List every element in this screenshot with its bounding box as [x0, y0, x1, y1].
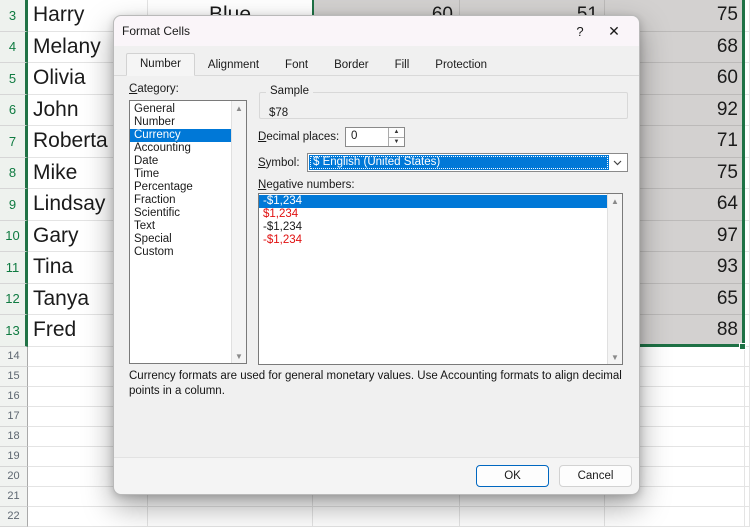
- scroll-down-icon[interactable]: ▼: [235, 349, 243, 363]
- scroll-up-icon[interactable]: ▲: [235, 101, 243, 115]
- category-custom[interactable]: Custom: [130, 246, 231, 259]
- cell-g13[interactable]: [745, 315, 750, 347]
- scroll-down-icon[interactable]: ▼: [611, 350, 619, 364]
- decimal-places-label: Decimal places:: [258, 131, 339, 143]
- cell-g12[interactable]: [745, 284, 750, 316]
- cell-g6[interactable]: [745, 95, 750, 127]
- row-header-15[interactable]: 15: [0, 367, 28, 387]
- tab-border[interactable]: Border: [321, 55, 382, 76]
- row-header-3[interactable]: 3: [0, 0, 28, 32]
- tab-number[interactable]: Number: [126, 53, 195, 76]
- spin-down-icon[interactable]: ▼: [389, 138, 404, 147]
- help-button[interactable]: ?: [563, 17, 597, 45]
- decimal-places-input[interactable]: 0 ▲ ▼: [345, 127, 405, 147]
- row-header-4[interactable]: 4: [0, 32, 28, 64]
- row-header-12[interactable]: 12: [0, 284, 28, 316]
- sample-groupbox: [259, 92, 628, 119]
- negative-numbers-listbox: -$1,234 $1,234 -$1,234 -$1,234 ▲ ▼: [258, 193, 623, 365]
- row-header-14[interactable]: 14: [0, 347, 28, 367]
- row-header-22[interactable]: 22: [0, 507, 28, 527]
- category-scientific[interactable]: Scientific: [130, 207, 231, 220]
- category-currency[interactable]: Currency: [130, 129, 231, 142]
- sample-value: $78: [269, 107, 288, 119]
- cell-g9[interactable]: [745, 189, 750, 221]
- category-date[interactable]: Date: [130, 155, 231, 168]
- ok-button[interactable]: OK: [476, 465, 549, 487]
- dialog-title: Format Cells: [122, 24, 563, 38]
- format-description: Currency formats are used for general mo…: [129, 369, 626, 399]
- cell-g4[interactable]: [745, 32, 750, 64]
- category-label: Category:: [129, 83, 179, 95]
- cancel-button[interactable]: Cancel: [559, 465, 632, 487]
- category-time[interactable]: Time: [130, 168, 231, 181]
- row-header-17[interactable]: 17: [0, 407, 28, 427]
- row-header-21[interactable]: 21: [0, 487, 28, 507]
- row-header-11[interactable]: 11: [0, 252, 28, 284]
- decimal-places-spinner: ▲ ▼: [388, 128, 404, 146]
- negative-scrollbar[interactable]: ▲ ▼: [607, 194, 622, 364]
- cell-g7[interactable]: [745, 126, 750, 158]
- category-scrollbar[interactable]: ▲ ▼: [231, 101, 246, 363]
- sample-label: Sample: [266, 85, 313, 97]
- sheet-row-22: 22: [0, 507, 750, 527]
- category-text[interactable]: Text: [130, 220, 231, 233]
- dialog-footer: OK Cancel: [114, 457, 639, 494]
- category-fraction[interactable]: Fraction: [130, 194, 231, 207]
- symbol-selected-value: $ English (United States): [309, 155, 609, 170]
- tab-font[interactable]: Font: [272, 55, 321, 76]
- cell-g5[interactable]: [745, 63, 750, 95]
- category-number[interactable]: Number: [130, 116, 231, 129]
- cell-g11[interactable]: [745, 252, 750, 284]
- excel-window: 3 Harry Blue 60 51 75 4 Melany 68 5 Oliv…: [0, 0, 750, 527]
- cell-g3[interactable]: [745, 0, 750, 32]
- category-accounting[interactable]: Accounting: [130, 142, 231, 155]
- negative-option-1[interactable]: -$1,234: [259, 195, 607, 208]
- row-header-5[interactable]: 5: [0, 63, 28, 95]
- close-icon[interactable]: ✕: [597, 17, 631, 45]
- row-header-7[interactable]: 7: [0, 126, 28, 158]
- format-cells-dialog: Format Cells ? ✕ Number Alignment Font B…: [113, 15, 640, 495]
- tab-fill[interactable]: Fill: [382, 55, 423, 76]
- negative-numbers-label: Negative numbers:: [258, 179, 355, 191]
- dialog-tabs: Number Alignment Font Border Fill Protec…: [114, 46, 639, 76]
- row-header-18[interactable]: 18: [0, 427, 28, 447]
- category-general[interactable]: General: [130, 103, 231, 116]
- decimal-places-value: 0: [346, 128, 388, 146]
- row-header-9[interactable]: 9: [0, 189, 28, 221]
- row-header-16[interactable]: 16: [0, 387, 28, 407]
- row-header-20[interactable]: 20: [0, 467, 28, 487]
- category-listbox: General Number Currency Accounting Date …: [129, 100, 247, 364]
- row-header-19[interactable]: 19: [0, 447, 28, 467]
- tab-protection[interactable]: Protection: [422, 55, 500, 76]
- row-header-8[interactable]: 8: [0, 158, 28, 190]
- scroll-up-icon[interactable]: ▲: [611, 194, 619, 208]
- tab-alignment[interactable]: Alignment: [195, 55, 272, 76]
- negative-option-4[interactable]: -$1,234: [259, 234, 607, 247]
- row-header-6[interactable]: 6: [0, 95, 28, 127]
- negative-option-3[interactable]: -$1,234: [259, 221, 607, 234]
- cell-g8[interactable]: [745, 158, 750, 190]
- negative-option-2[interactable]: $1,234: [259, 208, 607, 221]
- category-special[interactable]: Special: [130, 233, 231, 246]
- row-header-10[interactable]: 10: [0, 221, 28, 253]
- cell-g10[interactable]: [745, 221, 750, 253]
- category-percentage[interactable]: Percentage: [130, 181, 231, 194]
- chevron-down-icon[interactable]: [609, 155, 626, 170]
- spin-up-icon[interactable]: ▲: [389, 128, 404, 138]
- row-header-13[interactable]: 13: [0, 315, 28, 347]
- dialog-titlebar[interactable]: Format Cells ? ✕: [114, 16, 639, 46]
- symbol-label: Symbol:: [258, 157, 300, 169]
- symbol-dropdown[interactable]: $ English (United States): [307, 153, 628, 172]
